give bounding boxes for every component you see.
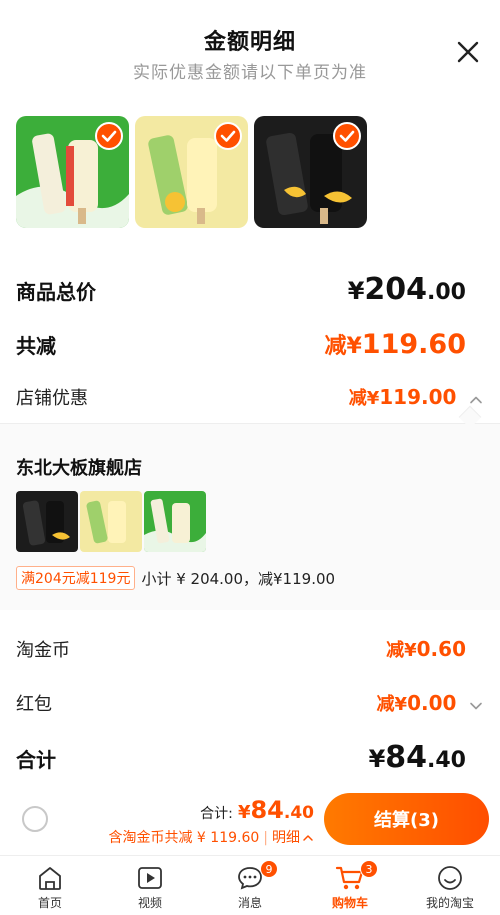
product-thumb-green[interactable] (16, 116, 129, 228)
discount-value: 119.60 (361, 329, 466, 360)
unread-badge: 9 (260, 860, 278, 878)
final-total-amount: ¥84.40 (369, 740, 466, 775)
check-icon (101, 130, 117, 142)
sum-label: 合计: (200, 806, 233, 822)
product-image (144, 491, 206, 552)
close-icon (457, 41, 479, 63)
discount-value: 119.00 (379, 385, 457, 409)
amount-integer: 204 (364, 272, 428, 307)
store-product-thumb-black (16, 491, 78, 552)
final-total-label: 合计 (16, 748, 56, 772)
store-product-thumb-yellow (80, 491, 142, 552)
store-promo-row: 满204元减119元 小计 ¥ 204.00，减¥119.00 (16, 566, 335, 590)
checked-checkbox[interactable] (214, 122, 242, 150)
tab-my-taobao[interactable]: 我的淘宝 (400, 856, 500, 915)
store-subtotal: 小计 ¥ 204.00，减¥119.00 (141, 569, 336, 588)
currency-symbol: ¥ (237, 802, 251, 823)
tab-home[interactable]: 首页 (0, 856, 100, 915)
tab-label: 首页 (37, 896, 62, 910)
coin-discount-note: 含淘金币共减 ¥ 119.60 (108, 830, 260, 846)
amount-integer: 84 (385, 740, 428, 775)
shop-discount-amount-wrap: 减¥119.00 (349, 384, 484, 410)
home-icon (34, 862, 66, 894)
redpacket-row[interactable]: 红包 减¥0.00 (16, 690, 484, 716)
coin-row: 淘金币 减¥0.60 (16, 636, 466, 662)
shop-discount-label: 店铺优惠 (16, 388, 88, 409)
amount-integer: 84 (250, 796, 284, 824)
discount-prefix: 减¥ (386, 640, 417, 661)
sheet-title: 金额明细 (203, 30, 296, 55)
product-image (16, 491, 78, 552)
tab-messages[interactable]: 9 消息 (200, 856, 300, 915)
store-name: 东北大板旗舰店 (16, 458, 142, 479)
goods-total-label: 商品总价 (16, 280, 96, 304)
amount-decimal: .00 (427, 280, 466, 305)
checked-checkbox[interactable] (95, 122, 123, 150)
currency-symbol: ¥ (368, 745, 386, 773)
discount-prefix: 减¥ (324, 334, 362, 359)
tab-label: 购物车 (331, 896, 368, 910)
amount-decimal: .40 (283, 803, 314, 823)
cart-count-badge: 3 (360, 860, 378, 878)
tab-label: 消息 (237, 896, 262, 910)
amount-decimal: .40 (427, 748, 466, 773)
redpacket-label: 红包 (16, 694, 52, 715)
promo-tag: 满204元减119元 (16, 566, 136, 590)
discount-prefix: 减¥ (348, 388, 380, 409)
total-discount-label: 共减 (16, 334, 56, 358)
product-thumbnails (16, 116, 486, 228)
chevron-up-icon (303, 835, 313, 841)
product-thumb-yellow[interactable] (135, 116, 248, 228)
goods-total-amount: ¥204.00 (348, 272, 466, 307)
discount-value: 0.00 (407, 691, 457, 715)
amount-detail-sheet: 金额明细 实际优惠金额请以下单页为准 商品总价 ¥204.00 共减 减¥119… (0, 0, 500, 915)
check-icon (220, 130, 236, 142)
total-discount-amount: 减¥119.60 (324, 328, 466, 360)
currency-symbol: ¥ (347, 277, 365, 305)
redpacket-amount-wrap: 减¥0.00 (377, 690, 484, 716)
tab-video[interactable]: 视频 (100, 856, 200, 915)
tab-label: 我的淘宝 (425, 896, 474, 910)
select-all-radio[interactable] (22, 806, 48, 832)
profile-icon (434, 862, 466, 894)
settle-button[interactable]: 结算(3) (324, 793, 489, 845)
checkout-sum: 合计: ¥84.40 (200, 796, 314, 824)
store-product-thumb-green (144, 491, 206, 552)
coin-amount: 减¥0.60 (386, 636, 466, 662)
detail-toggle[interactable]: 明细 (272, 830, 314, 846)
coin-label: 淘金币 (16, 640, 70, 661)
shop-discount-amount: 减¥119.00 (348, 385, 462, 409)
discount-prefix: 减¥ (376, 694, 408, 715)
sheet-subtitle: 实际优惠金额请以下单页为准 (133, 63, 367, 83)
video-icon (134, 862, 166, 894)
coin-discount-note-row: 含淘金币共减 ¥ 119.60 | 明细 (108, 827, 314, 847)
check-icon (339, 130, 355, 142)
redpacket-amount: 减¥0.00 (376, 691, 462, 715)
chevron-down-icon[interactable] (468, 698, 484, 714)
discount-value: 0.60 (416, 637, 466, 661)
close-button[interactable] (454, 38, 482, 66)
total-discount-row: 共减 减¥119.60 (16, 328, 466, 360)
bottom-tab-bar: 首页 视频 9 消息 3 购物车 我的淘宝 (0, 855, 500, 915)
sheet-header: 金额明细 实际优惠金额请以下单页为准 (0, 0, 500, 100)
detail-label: 明细 (272, 830, 300, 846)
tab-cart[interactable]: 3 购物车 (300, 856, 400, 915)
goods-total-row: 商品总价 ¥204.00 (16, 272, 466, 307)
product-thumb-black[interactable] (254, 116, 367, 228)
tab-label: 视频 (137, 896, 162, 910)
shop-discount-row[interactable]: 店铺优惠 减¥119.00 (16, 384, 484, 410)
separator: | (263, 830, 268, 846)
final-total-row: 合计 ¥84.40 (16, 740, 466, 775)
checked-checkbox[interactable] (333, 122, 361, 150)
product-image (80, 491, 142, 552)
